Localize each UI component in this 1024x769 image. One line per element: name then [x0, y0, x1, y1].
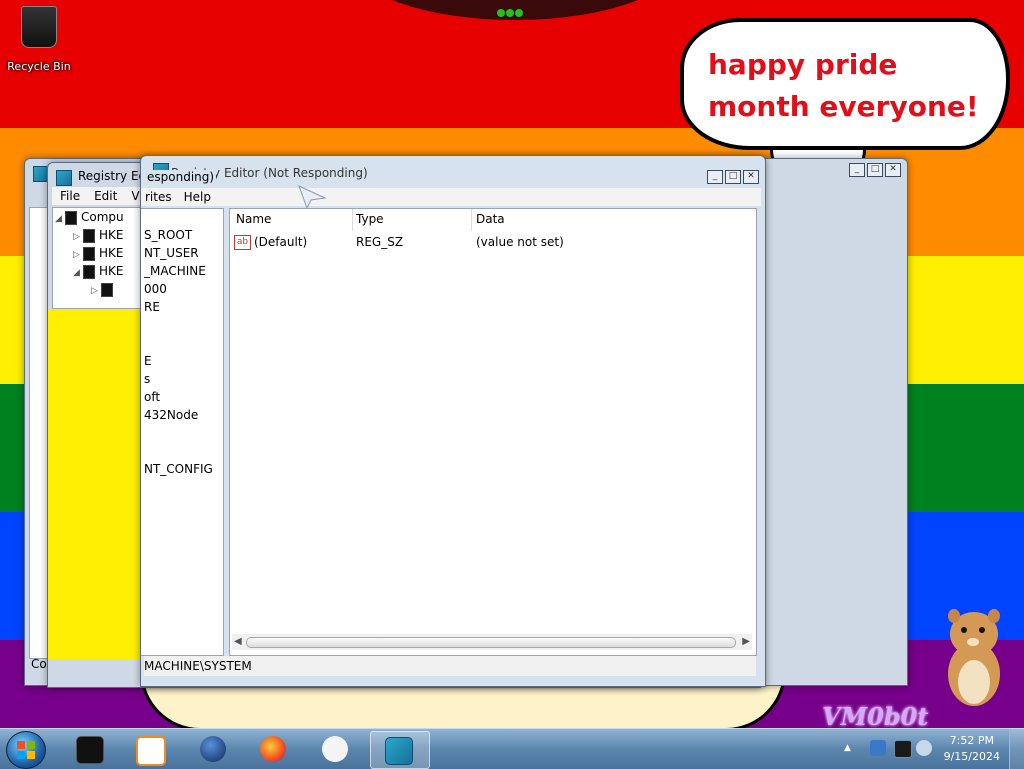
close-button[interactable]: ✕	[885, 163, 901, 177]
mouse-pointer-icon	[298, 185, 327, 208]
tree-node-subkey[interactable]: 000	[144, 282, 167, 296]
tree-node-local-machine[interactable]: _MACHINE	[144, 264, 206, 278]
hamster-icon	[948, 609, 1000, 706]
recycle-bin-label: Recycle Bin	[7, 60, 71, 73]
clock-date: 9/15/2024	[943, 750, 1000, 763]
menu-bar: rites Help	[141, 188, 761, 206]
tree-node-subkey[interactable]: s	[144, 372, 150, 386]
column-separator[interactable]	[471, 209, 472, 231]
tree-node-current-config[interactable]: NT_CONFIG	[144, 462, 213, 476]
console-icon	[76, 736, 104, 764]
system-tray: ▲ 7:52 PM 9/15/2024	[844, 729, 1024, 769]
menu-edit[interactable]: Edit	[94, 189, 117, 203]
value-type-cell: REG_SZ	[356, 235, 404, 249]
recycle-bin-shortcut[interactable]: Recycle Bin	[6, 6, 72, 73]
minimize-button[interactable]: _	[707, 170, 723, 184]
volume-icon[interactable]	[916, 740, 932, 756]
folder-icon	[83, 228, 95, 243]
window-controls: _ □ ✕	[707, 170, 759, 184]
show-hidden-icons-icon[interactable]: ▲	[844, 743, 851, 753]
taskbar: ▲ 7:52 PM 9/15/2024	[0, 728, 1024, 769]
taskbar-app-browser[interactable]	[186, 731, 240, 767]
status-bar-path: MACHINE\SYSTEM	[144, 659, 252, 673]
computer-icon	[65, 210, 77, 225]
menu-favorites[interactable]: rites	[145, 190, 172, 204]
tree-node-computer[interactable]: ◢ Compu	[55, 210, 124, 225]
network-icon[interactable]	[894, 740, 912, 758]
column-header-type[interactable]: Type	[356, 212, 384, 226]
folder-icon	[101, 282, 113, 297]
paint-icon	[322, 736, 348, 762]
recycle-bin-icon	[21, 6, 57, 48]
firefox-icon	[260, 736, 286, 762]
maximize-button[interactable]: □	[725, 170, 741, 184]
tree-pane: ◢ Compu ▷ HKE ▷ HKE ◢ HKE ▷	[52, 207, 146, 309]
value-name-cell: ab (Default)	[234, 235, 307, 250]
speech-bubble-text: happy pride month everyone!	[708, 48, 979, 123]
scroll-right-icon[interactable]: ▶	[742, 636, 750, 647]
start-button[interactable]	[6, 731, 46, 769]
taskbar-app-paint[interactable]	[308, 731, 362, 767]
registry-editor-icon	[56, 170, 72, 186]
show-desktop-button[interactable]	[1009, 729, 1024, 769]
column-header-name[interactable]: Name	[236, 212, 271, 226]
column-header-data[interactable]: Data	[476, 212, 505, 226]
taskbar-app-firefox[interactable]	[246, 731, 300, 767]
string-value-icon: ab	[234, 235, 251, 250]
windows-logo-icon	[16, 740, 36, 760]
tree-node-hkey[interactable]: ▷ HKE	[73, 228, 123, 243]
wallpaper-bleed-through	[48, 309, 140, 659]
scrollbar-thumb[interactable]	[246, 637, 736, 648]
expand-arrow-icon[interactable]: ▷	[73, 232, 83, 242]
tree-node-subkey[interactable]: 432Node	[144, 408, 198, 422]
values-pane	[229, 208, 757, 656]
globe-icon	[200, 736, 226, 762]
status-bar-text: Co	[31, 657, 47, 671]
close-button[interactable]: ✕	[743, 170, 759, 184]
brand-watermark: VM0b0t	[822, 702, 929, 731]
tree-node-subkey[interactable]: RE	[144, 300, 160, 314]
scroll-left-icon[interactable]: ◀	[234, 636, 242, 647]
tree-node-hkey[interactable]: ▷ HKE	[73, 246, 123, 261]
menu-help[interactable]: Help	[184, 190, 211, 204]
registry-editor-icon	[385, 737, 413, 765]
tree-node-subkey[interactable]: E	[144, 354, 152, 368]
status-bar: MACHINE\SYSTEM	[144, 656, 756, 676]
collapse-arrow-icon[interactable]: ◢	[73, 268, 83, 278]
menu-file[interactable]: File	[60, 189, 80, 203]
media-player-icon	[136, 736, 166, 766]
window-title-overlap: esponding)	[145, 170, 217, 184]
speech-bubble: happy pride month everyone!	[680, 18, 1010, 150]
window-controls: _ □ ✕	[849, 163, 901, 177]
tree-node-subkey[interactable]: ▷	[91, 282, 117, 297]
tray-app-icon[interactable]	[870, 740, 886, 756]
expand-arrow-icon[interactable]: ▷	[91, 286, 101, 296]
folder-icon	[83, 246, 95, 261]
clock[interactable]: 7:52 PM 9/15/2024	[944, 733, 1000, 765]
taskbar-app-command-prompt[interactable]	[62, 731, 116, 767]
folder-icon	[83, 264, 95, 279]
minimize-button[interactable]: _	[849, 163, 865, 177]
collapse-arrow-icon[interactable]: ◢	[55, 214, 65, 224]
tree-node-hkey[interactable]: ◢ HKE	[73, 264, 123, 279]
clock-time: 7:52 PM	[949, 734, 994, 747]
horizontal-scrollbar[interactable]: ◀ ▶	[232, 634, 752, 650]
maximize-button[interactable]: □	[867, 163, 883, 177]
taskbar-app-media-player[interactable]	[122, 731, 176, 767]
cartoon-eyes	[497, 6, 527, 17]
tree-node-current-user[interactable]: NT_USER	[144, 246, 199, 260]
window-title: Registry Edi	[78, 169, 150, 183]
expand-arrow-icon[interactable]: ▷	[73, 250, 83, 260]
value-data-cell: (value not set)	[476, 235, 564, 249]
taskbar-app-registry-editor[interactable]	[370, 731, 430, 769]
tree-node-classes-root[interactable]: S_ROOT	[144, 228, 192, 242]
tree-node-subkey[interactable]: oft	[144, 390, 160, 404]
column-separator[interactable]	[352, 209, 353, 231]
